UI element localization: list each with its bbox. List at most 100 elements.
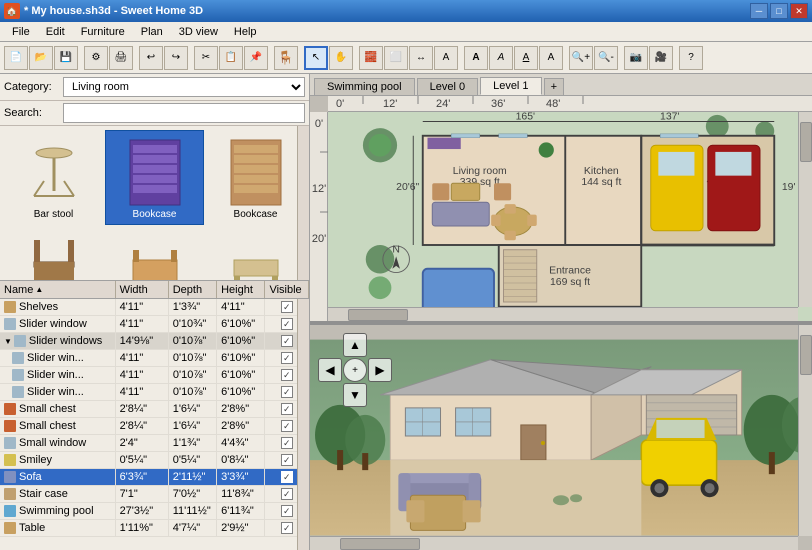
list-item-group[interactable]: ▼ Slider windows 14'9⅛" 0'10⅞" 6'10%"	[0, 333, 309, 350]
cursor-tool[interactable]: ↖	[304, 46, 328, 70]
visible-checkbox-shelves[interactable]	[281, 301, 293, 313]
list-item[interactable]: Slider win... 4'11" 0'10⅞" 6'10%"	[0, 367, 309, 384]
col-depth[interactable]: Depth	[169, 281, 217, 298]
2d-view-button[interactable]: 📷	[624, 46, 648, 70]
save-button[interactable]: 💾	[54, 46, 78, 70]
nav-right-button[interactable]: ▶	[368, 358, 392, 382]
list-item[interactable]: Smiley 0'5¼" 0'5¼" 0'8¼"	[0, 452, 309, 469]
visible-checkbox-table[interactable]	[281, 522, 293, 534]
redo-button[interactable]: ↪	[164, 46, 188, 70]
create-room-button[interactable]: ⬜	[384, 46, 408, 70]
search-input[interactable]	[63, 103, 305, 123]
3d-view-button[interactable]: 🎥	[649, 46, 673, 70]
preferences-button[interactable]: ⚙	[84, 46, 108, 70]
col-name[interactable]: Name ▲	[0, 281, 116, 298]
list-scrollbar[interactable]	[297, 299, 309, 550]
new-button[interactable]: 📄	[4, 46, 28, 70]
list-item[interactable]: Small chest 2'8¼" 1'6¼" 2'8%"	[0, 418, 309, 435]
visible-checkbox-smwin[interactable]	[281, 437, 293, 449]
3d-scrollbar-h-thumb[interactable]	[340, 538, 420, 550]
window-controls[interactable]: ─ □ ✕	[750, 3, 808, 19]
pan-tool[interactable]: ✋	[329, 46, 353, 70]
paste-button[interactable]: 📌	[244, 46, 268, 70]
menu-furniture[interactable]: Furniture	[73, 24, 133, 40]
furniture-item-bookcase2[interactable]: Bookcase	[206, 130, 305, 225]
open-button[interactable]: 📂	[29, 46, 53, 70]
text-style-a4[interactable]: A	[539, 46, 563, 70]
col-visible[interactable]: Visible	[265, 281, 309, 298]
visible-checkbox-sw[interactable]	[281, 318, 293, 330]
menu-edit[interactable]: Edit	[38, 24, 73, 40]
plan-scrollbar-h[interactable]	[328, 307, 798, 321]
expand-icon[interactable]: ▼	[4, 337, 12, 346]
zoom-out-button[interactable]: 🔍-	[594, 46, 618, 70]
list-item[interactable]: Slider win... 4'11" 0'10⅞" 6'10%"	[0, 350, 309, 367]
text-style-a1[interactable]: A	[464, 46, 488, 70]
tab-add[interactable]: +	[544, 78, 564, 95]
3d-scrollbar-h[interactable]	[310, 536, 798, 550]
grid-scrollbar[interactable]	[297, 126, 309, 280]
list-item[interactable]: Shelves 4'11" 1'3¾" 4'11"	[0, 299, 309, 316]
nav-up-button[interactable]: ▲	[343, 333, 367, 357]
list-item[interactable]: Small chest 2'8¼" 1'6¼" 2'8%"	[0, 401, 309, 418]
nav-center-button[interactable]: +	[343, 358, 367, 382]
create-walls-button[interactable]: 🧱	[359, 46, 383, 70]
list-item[interactable]: Small window 2'4" 1'1¾" 4'4¾"	[0, 435, 309, 452]
list-item[interactable]: Table 1'11%" 4'7¼" 2'9½"	[0, 520, 309, 537]
col-width[interactable]: Width	[116, 281, 169, 298]
list-item[interactable]: Swimming pool 27'3½" 11'11½" 6'11¾"	[0, 503, 309, 520]
menu-help[interactable]: Help	[226, 24, 265, 40]
visible-checkbox-pool[interactable]	[281, 505, 293, 517]
visible-checkbox-sc2[interactable]	[281, 420, 293, 432]
tab-level1[interactable]: Level 1	[480, 77, 541, 95]
plan-scrollbar-v[interactable]	[798, 112, 812, 307]
3d-scrollbar-v-thumb[interactable]	[800, 335, 812, 375]
category-select[interactable]: Living room Bedroom Kitchen	[63, 77, 305, 97]
menu-3dview[interactable]: 3D view	[171, 24, 226, 40]
menu-file[interactable]: File	[4, 24, 38, 40]
menu-plan[interactable]: Plan	[133, 24, 171, 40]
tab-level0[interactable]: Level 0	[417, 78, 478, 95]
copy-button[interactable]: 📋	[219, 46, 243, 70]
3d-scrollbar-v[interactable]	[798, 325, 812, 536]
visible-checkbox-sw1[interactable]	[281, 352, 293, 364]
furniture-item-chair1[interactable]: Chair	[4, 227, 103, 281]
visible-checkbox-sw2[interactable]	[281, 369, 293, 381]
floor-plan-view[interactable]: 165' 137' 19' 20'6" Living room 339 sq f…	[328, 112, 812, 321]
visible-checkbox-sofa[interactable]	[281, 471, 293, 483]
undo-button[interactable]: ↩	[139, 46, 163, 70]
text-style-a3[interactable]: A	[514, 46, 538, 70]
print-button[interactable]: 🖨	[109, 46, 133, 70]
tab-swimming-pool[interactable]: Swimming pool	[314, 78, 415, 95]
list-item-sofa[interactable]: Sofa 6'3¾" 2'11½" 3'3¾"	[0, 469, 309, 486]
view-3d[interactable]: ▲ ◀ + ▶ ▼	[310, 325, 812, 550]
add-furniture-button[interactable]: 🪑	[274, 46, 298, 70]
plan-scrollbar-h-thumb[interactable]	[348, 309, 408, 321]
item-depth-smwin: 1'1¾"	[169, 435, 217, 451]
minimize-button[interactable]: ─	[750, 3, 768, 19]
furniture-item-bookcase[interactable]: Bookcase	[105, 130, 204, 225]
visible-checkbox-sc1[interactable]	[281, 403, 293, 415]
list-item[interactable]: Stair case 7'1" 7'0½" 11'8¾"	[0, 486, 309, 503]
furniture-item-bar-stool[interactable]: Bar stool	[4, 130, 103, 225]
visible-checkbox-smiley[interactable]	[281, 454, 293, 466]
col-height[interactable]: Height	[217, 281, 265, 298]
furniture-item-chair2[interactable]: Chair	[105, 227, 204, 281]
help-button[interactable]: ?	[679, 46, 703, 70]
close-button[interactable]: ✕	[790, 3, 808, 19]
visible-checkbox-sws[interactable]	[281, 335, 293, 347]
plan-scrollbar-v-thumb[interactable]	[800, 122, 812, 162]
create-dimension-button[interactable]: ↔	[409, 46, 433, 70]
visible-checkbox-staircase[interactable]	[281, 488, 293, 500]
nav-down-button[interactable]: ▼	[343, 383, 367, 407]
visible-checkbox-sw3[interactable]	[281, 386, 293, 398]
zoom-in-button[interactable]: 🔍+	[569, 46, 593, 70]
furniture-item-coffee-table[interactable]: Coffee table	[206, 227, 305, 281]
create-label-button[interactable]: A	[434, 46, 458, 70]
nav-left-button[interactable]: ◀	[318, 358, 342, 382]
maximize-button[interactable]: □	[770, 3, 788, 19]
list-item[interactable]: Slider win... 4'11" 0'10⅞" 6'10%"	[0, 384, 309, 401]
cut-button[interactable]: ✂	[194, 46, 218, 70]
list-item[interactable]: Slider window 4'11" 0'10¾" 6'10%"	[0, 316, 309, 333]
text-style-a2[interactable]: A	[489, 46, 513, 70]
